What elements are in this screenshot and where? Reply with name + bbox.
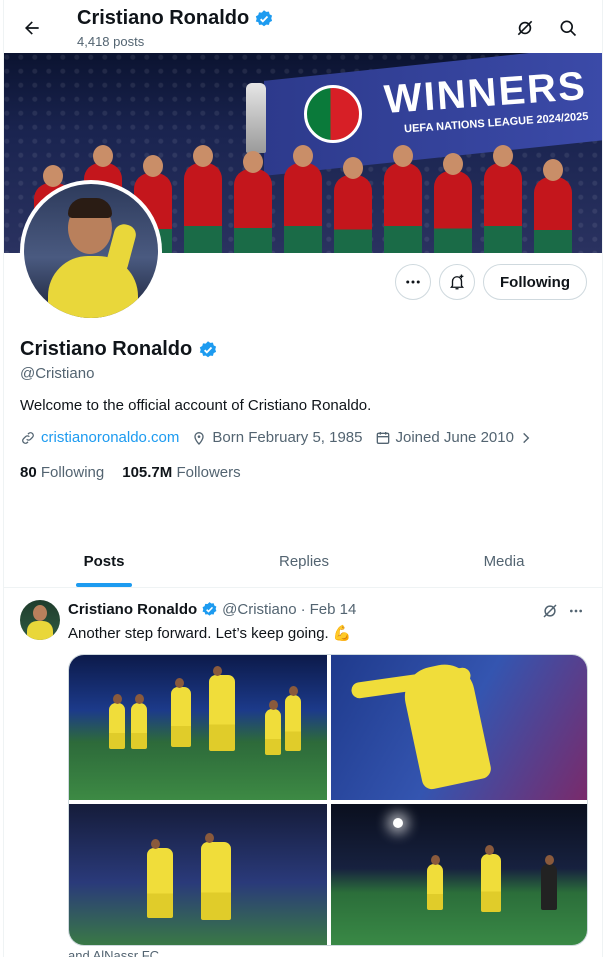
player-figure <box>234 151 272 253</box>
player-figure <box>484 145 522 253</box>
follow-stats: 80 Following 105.7M Followers <box>20 464 241 481</box>
grok-button[interactable] <box>509 12 541 44</box>
player-figure <box>184 145 222 253</box>
tab-label: Media <box>483 552 525 570</box>
profile-meta: cristianoronaldo.com Born February 5, 19… <box>20 429 533 446</box>
notification-bell-icon <box>450 274 464 290</box>
player-figure <box>201 833 231 920</box>
post-date[interactable]: Feb 14 <box>310 601 357 618</box>
birthdate-text: Born February 5, 1985 <box>212 429 363 446</box>
header-title: Cristiano Ronaldo <box>77 7 274 30</box>
post-image-4[interactable] <box>331 804 587 945</box>
post-text-row: Another step forward. Let’s keep going. … <box>68 624 352 643</box>
player-figure <box>285 686 301 751</box>
tab-posts[interactable]: Posts <box>4 535 204 587</box>
post-footer-partial: and AlNassr FC <box>68 948 160 957</box>
location-icon <box>194 431 205 445</box>
player-figure <box>284 145 322 253</box>
player-figure <box>534 159 572 253</box>
profile-tabs: Posts Replies Media <box>4 535 602 588</box>
following-label: Following <box>40 464 105 481</box>
link-icon <box>22 431 34 444</box>
player-figure <box>384 145 422 253</box>
player-figure <box>147 839 173 918</box>
post-separator: · <box>300 601 306 618</box>
tab-media[interactable]: Media <box>404 535 602 587</box>
joined-text: Joined June 2010 <box>395 429 514 446</box>
player-figure <box>171 678 191 747</box>
avatar-hair <box>68 198 112 218</box>
tab-replies[interactable]: Replies <box>204 535 404 587</box>
grok-icon <box>543 604 557 618</box>
tab-label: Replies <box>278 552 330 570</box>
more-options-button[interactable] <box>395 264 431 300</box>
verified-badge-icon <box>256 9 273 26</box>
more-icon <box>406 280 420 284</box>
flexed-biceps-emoji: 💪 <box>332 625 352 642</box>
grok-icon <box>517 20 533 36</box>
back-arrow-icon <box>25 21 39 35</box>
top-bar: Cristiano Ronaldo 4,418 posts <box>4 0 602 53</box>
following-button[interactable]: Following <box>483 264 587 300</box>
verified-badge-icon <box>202 602 217 616</box>
verified-badge-icon <box>200 340 217 357</box>
profile-avatar[interactable] <box>20 180 162 322</box>
player-figure <box>209 666 235 751</box>
profile-page: Cristiano Ronaldo 4,418 posts WINNERS UE… <box>3 0 603 957</box>
post-more-button[interactable] <box>565 600 587 622</box>
trophy-image <box>246 83 266 153</box>
profile-handle: @Cristiano <box>20 365 95 382</box>
search-icon <box>560 20 577 37</box>
search-button[interactable] <box>552 12 584 44</box>
player-figure <box>131 694 147 749</box>
player-figure <box>109 694 125 749</box>
tab-label: Posts <box>83 552 125 570</box>
header-posts-count: 4,418 posts <box>77 34 145 49</box>
birthdate-item: Born February 5, 1985 <box>191 429 363 446</box>
header-name: Cristiano Ronaldo <box>77 7 250 29</box>
avatar-head <box>33 605 47 621</box>
followers-count: 105.7M <box>122 464 173 481</box>
followers-label: Followers <box>176 464 241 481</box>
back-button[interactable] <box>14 10 50 46</box>
followers-stat[interactable]: 105.7M Followers <box>122 464 240 481</box>
profile-bio: Welcome to the official account of Crist… <box>20 397 372 414</box>
following-stat[interactable]: 80 Following <box>20 464 104 481</box>
chevron-right-icon <box>523 432 530 443</box>
player-figure <box>434 153 472 253</box>
post-author-avatar[interactable] <box>20 600 60 640</box>
profile-name-row: Cristiano Ronaldo <box>20 338 218 361</box>
photographer-figure <box>541 855 557 910</box>
joined-item[interactable]: Joined June 2010 <box>375 429 533 446</box>
post-grok-button[interactable] <box>539 600 561 622</box>
post-image-3[interactable] <box>69 804 327 945</box>
post-text: Another step forward. Let’s keep going. <box>68 624 329 642</box>
player-figure <box>481 845 501 912</box>
post-author-name[interactable]: Cristiano Ronaldo <box>68 601 197 618</box>
player-figure <box>265 700 281 755</box>
following-count: 80 <box>20 464 37 481</box>
notifications-button[interactable] <box>439 264 475 300</box>
post-image-1[interactable] <box>69 655 327 800</box>
avatar-image <box>24 184 158 318</box>
player-figure <box>399 659 493 791</box>
post-image-2[interactable] <box>331 655 587 800</box>
stadium-light <box>393 818 403 828</box>
player-figure <box>334 157 372 253</box>
calendar-icon <box>376 431 389 444</box>
player-figure <box>427 855 443 910</box>
website-link[interactable]: cristianoronaldo.com <box>41 429 179 446</box>
post-author-handle[interactable]: @Cristiano <box>222 601 296 618</box>
portugal-badge <box>304 85 362 143</box>
website-item: cristianoronaldo.com <box>20 429 179 446</box>
profile-name: Cristiano Ronaldo <box>20 338 193 360</box>
post-header: Cristiano Ronaldo @Cristiano · Feb 14 <box>68 601 356 618</box>
post-media-grid <box>68 654 588 946</box>
active-tab-indicator <box>76 583 132 587</box>
avatar-body <box>27 621 53 640</box>
more-icon <box>570 609 582 613</box>
